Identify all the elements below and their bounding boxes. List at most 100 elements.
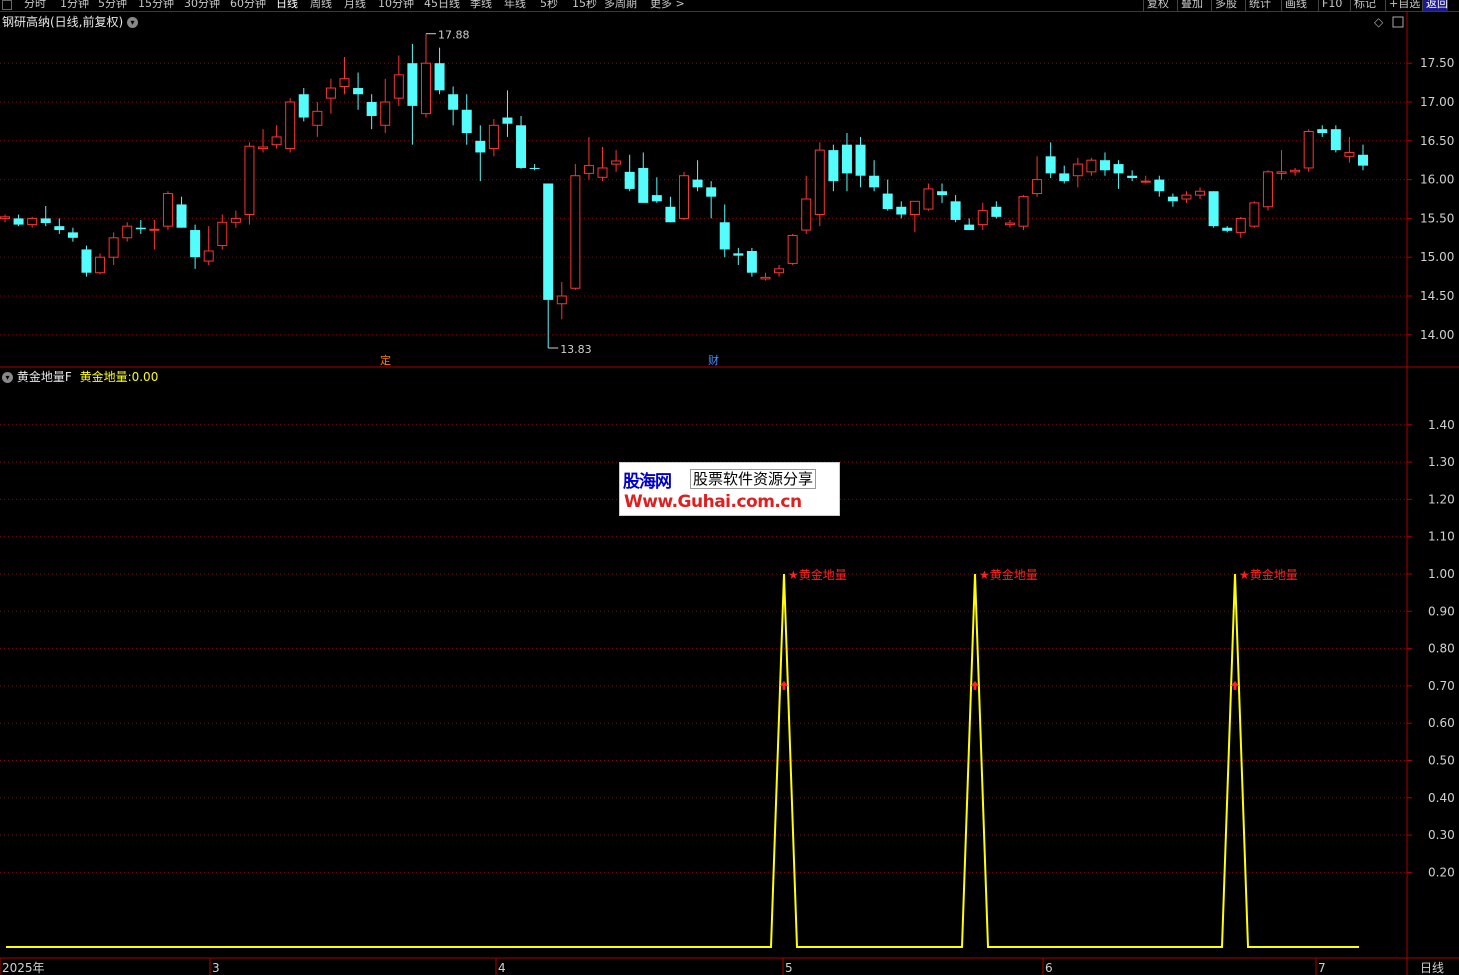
candle-body-down: [434, 63, 445, 91]
indicator-tick-label: 1.00: [1428, 567, 1455, 581]
candle-body-up: [1249, 202, 1260, 227]
price-tick-label: 14.50: [1420, 289, 1454, 303]
candle-body-down: [1113, 164, 1124, 174]
candle-body-up: [1344, 151, 1355, 157]
candle-body-up: [1018, 196, 1029, 227]
candle-body-down: [81, 249, 92, 273]
candle-body-up: [27, 217, 38, 226]
candle-body-up: [1276, 171, 1287, 174]
event-mark[interactable]: 定: [380, 353, 391, 367]
price-tick-label: 15.50: [1420, 211, 1454, 225]
candle-body-down: [1358, 154, 1368, 166]
candle-body-up: [923, 188, 934, 210]
candle-body-down: [543, 183, 554, 300]
candle-body-up: [122, 225, 133, 239]
candle-body-down: [882, 193, 893, 210]
candle-body-down: [1045, 156, 1056, 174]
stock-title: 钢研高纳(日线,前复权): [2, 15, 124, 29]
candle-body-down: [991, 206, 1002, 217]
candle-body-up: [774, 268, 785, 274]
time-axis-label: 3: [212, 961, 220, 975]
candle-body-up: [611, 160, 622, 165]
candle-body-up: [380, 101, 391, 126]
candle-body-down: [937, 191, 948, 196]
indicator-series-label: 黄金地量:: [79, 370, 132, 384]
candle-body-down: [855, 144, 866, 176]
candle-body-down: [950, 201, 961, 220]
period-label[interactable]: 日线: [1420, 961, 1444, 975]
price-tick-label: 17.00: [1420, 95, 1454, 109]
indicator-toggle-icon[interactable]: ▾: [2, 372, 13, 383]
signal-label: ★黄金地量: [979, 567, 1038, 582]
candle-body-up: [285, 101, 296, 150]
price-tick-label: 14.00: [1420, 328, 1454, 342]
candle-body-down: [1222, 227, 1233, 231]
main-panel-title: 钢研高纳(日线,前复权) ▾: [2, 13, 139, 30]
indicator-tick-label: 1.10: [1428, 530, 1455, 544]
candle-body-down: [1127, 175, 1138, 179]
candle-body-down: [502, 117, 513, 124]
candle-body-up: [271, 136, 282, 146]
dropdown-chevron-icon[interactable]: ▾: [127, 17, 139, 28]
layout-toggle-icon[interactable]: [1392, 16, 1404, 28]
candle-body-down: [1154, 179, 1165, 192]
candle-body-up: [977, 210, 988, 226]
candle-body-up: [801, 198, 812, 231]
indicator-tick-label: 0.90: [1428, 604, 1455, 618]
candle-body-up: [1303, 130, 1314, 169]
candle-body-down: [638, 167, 649, 203]
candle-body-up: [258, 146, 269, 150]
candle-body-down: [67, 232, 78, 238]
event-mark[interactable]: 财: [708, 353, 719, 367]
signal-label: ★黄金地量: [1239, 567, 1298, 582]
candle-body-up: [0, 216, 10, 219]
candle-body-down: [298, 94, 309, 118]
candle-body-down: [529, 167, 540, 169]
candle-body-down: [353, 88, 364, 95]
price-tick-label: 15.00: [1420, 250, 1454, 264]
candle-body-down: [13, 218, 24, 225]
candle-body-up: [312, 110, 323, 126]
candle-body-down: [746, 250, 757, 273]
indicator-tick-label: 0.40: [1428, 791, 1455, 805]
candle-body-down: [692, 179, 703, 188]
candle-body-down: [40, 218, 51, 224]
candle-body-down: [964, 224, 975, 231]
candle-body-up: [909, 200, 920, 216]
candle-body-down: [448, 94, 459, 110]
candle-body-up: [1235, 217, 1246, 233]
candle-body-up: [787, 234, 798, 264]
candle-body-up: [1086, 159, 1097, 173]
candle-body-up: [1140, 180, 1151, 183]
watermark-slogan: 股票软件资源分享: [690, 469, 817, 489]
time-axis-label: 2025年: [2, 961, 45, 975]
candle-body-up: [1181, 194, 1192, 200]
candle-body-up: [1262, 171, 1273, 208]
indicator-name[interactable]: 黄金地量F: [17, 370, 72, 384]
candle-body-down: [896, 206, 907, 215]
indicator-tick-label: 0.80: [1428, 642, 1455, 656]
candle-body-down: [719, 222, 730, 250]
indicator-tick-label: 1.40: [1428, 418, 1455, 432]
candle-body-up: [1004, 222, 1015, 226]
candle-body-down: [407, 63, 418, 106]
diamond-icon[interactable]: ◇: [1374, 15, 1384, 29]
candle-body-up: [1072, 163, 1083, 177]
candle-body-up: [162, 193, 173, 227]
time-axis-label: 6: [1045, 961, 1053, 975]
candle-body-up: [760, 276, 771, 280]
candle-body-down: [176, 204, 187, 228]
time-axis-label: 4: [498, 961, 506, 975]
candle-body-down: [624, 171, 635, 189]
watermark-banner: 股海网 股票软件资源分享 Www.Guhai.com.cn: [619, 462, 840, 516]
indicator-title: ▾ 黄金地量F 黄金地量:0.00: [2, 368, 158, 385]
candle-body-down: [461, 109, 472, 134]
candle-body-down: [841, 144, 852, 174]
candle-body-up: [149, 228, 160, 231]
candle-body-up: [325, 87, 336, 99]
time-axis-label: 7: [1318, 961, 1326, 975]
candle-body-up: [95, 256, 106, 274]
candle-body-up: [679, 175, 689, 219]
candle-body-down: [869, 175, 880, 188]
candle-body-up: [1290, 169, 1301, 173]
